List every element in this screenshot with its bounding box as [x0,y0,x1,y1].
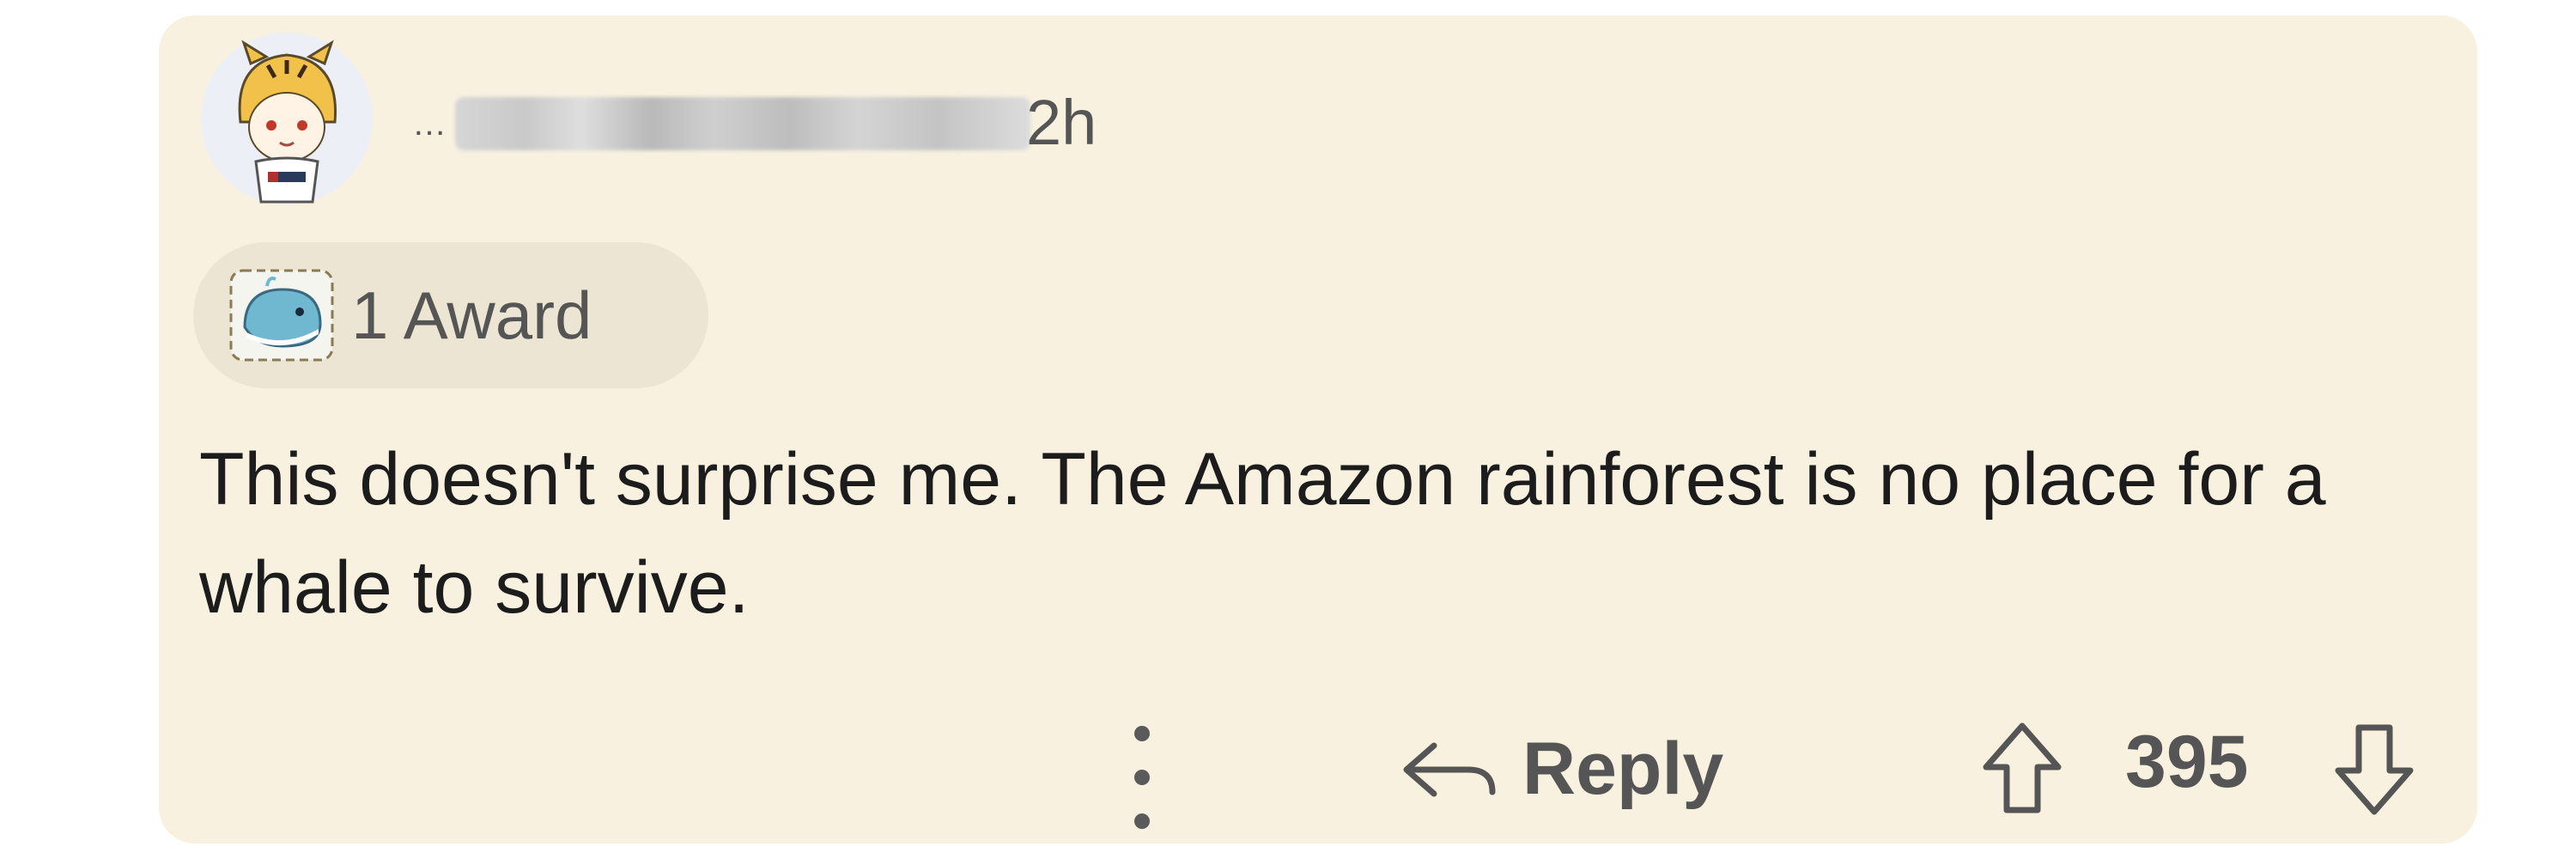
vote-score: 395 [2125,721,2249,803]
username-redacted[interactable]: … [412,93,1030,155]
whale-award-icon [229,269,334,362]
award-label: 1 Award [351,277,592,353]
reply-button[interactable]: Reply [1400,717,1723,820]
reply-arrow-icon [1403,742,1496,797]
avatar[interactable] [199,26,375,210]
downvote-arrow-icon [2335,724,2414,815]
downvote-button[interactable] [2331,717,2417,820]
more-vertical-icon [1134,726,1150,741]
username-prefix: … [412,104,448,143]
avatar-image [201,33,373,204]
comment-body: This doesn't surprise me. The Amazon rai… [199,438,2326,629]
redaction-blur [455,97,1030,150]
comment-timestamp: 2h [1026,87,1097,158]
reply-label: Reply [1522,727,1724,810]
upvote-button[interactable] [1979,717,2065,820]
upvote-arrow-icon [1983,722,2062,813]
more-options-button[interactable] [1125,726,1159,829]
award-badge[interactable]: 1 Award [193,242,708,388]
